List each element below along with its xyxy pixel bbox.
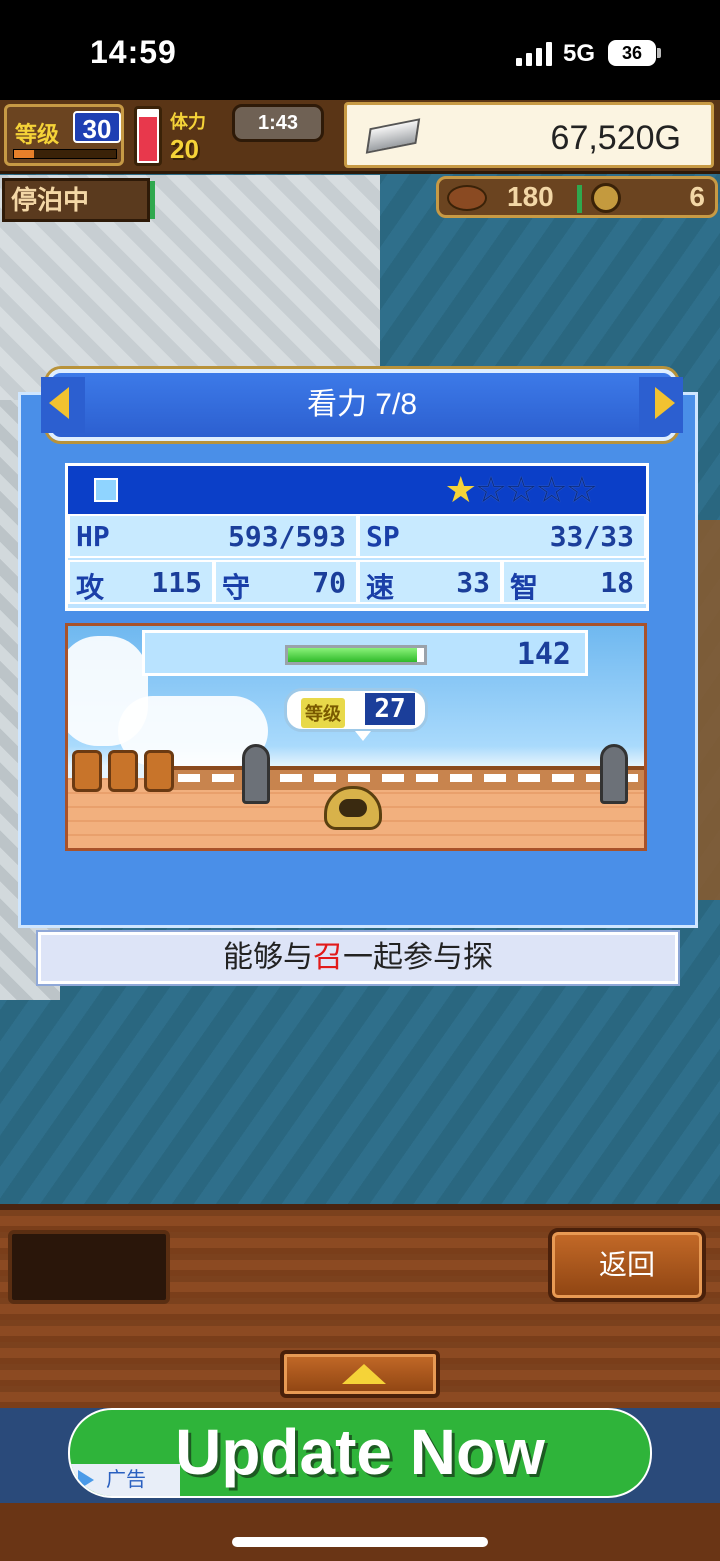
atk-value: 115 (151, 566, 202, 599)
level-progress-fill (14, 150, 35, 158)
exp-gauge-fill (288, 648, 418, 662)
description-text-after: 一起参与探 (343, 941, 493, 974)
ship-railing (168, 766, 644, 790)
int-value: 18 (600, 566, 634, 599)
def-cell: 守 70 (214, 560, 358, 604)
status-bar: 14:59 5G 36 (0, 0, 720, 100)
description-box: 能够与召一起参与探 (38, 932, 678, 984)
sp-cell: SP 33/33 (358, 514, 646, 558)
spd-value: 33 (456, 566, 490, 599)
sp-label: SP (366, 520, 400, 553)
food-amount: 180 (507, 181, 554, 212)
level-bubble: 等级 27 (284, 688, 428, 741)
barrel-icon (72, 750, 102, 792)
dialog-title: 看力 7/8 (306, 388, 418, 421)
level-bubble-value: 27 (365, 693, 415, 725)
stamina-value: 20 (170, 134, 199, 164)
ad-area: Update Now 广告 (0, 1408, 720, 1503)
stamina-gauge-fill (139, 116, 157, 161)
bottom-panel: 返回 (0, 1204, 720, 1408)
spd-cell: 速 33 (358, 560, 502, 604)
level-progress-bar (13, 149, 117, 159)
def-value: 70 (312, 566, 346, 599)
atk-label: 攻 (76, 571, 105, 604)
resource-strip: 180 6 (436, 176, 718, 218)
hp-cell: HP 593/593 (68, 514, 358, 558)
barrel-icon (108, 750, 138, 792)
character-scene: 142 等级 27 (65, 623, 647, 851)
coin-amount: 6 (689, 181, 705, 212)
signal-icon (516, 42, 552, 66)
level-label: 等级 (15, 122, 60, 147)
player-level[interactable]: 等级 30 (4, 104, 124, 166)
clock: 14:59 (90, 34, 177, 70)
gold-display[interactable]: 67,520G (344, 102, 714, 168)
stamina-label: 体力 (170, 112, 206, 132)
stamina-timer: 1:43 (232, 104, 324, 142)
cannon-icon (242, 744, 270, 804)
up-arrow-icon (342, 1364, 386, 1384)
element-icon (94, 478, 118, 502)
home-indicator[interactable] (232, 1537, 488, 1547)
ad-choices-icon (78, 1470, 94, 1490)
int-label: 智 (510, 571, 539, 604)
stamina-gauge (134, 106, 162, 166)
food-icon (447, 185, 487, 211)
star-empty-icon: ☆☆☆☆ (474, 469, 598, 510)
hp-value: 593/593 (227, 520, 346, 553)
stats-panel: ★☆☆☆☆ HP 593/593 SP 33/33 攻 115 守 70 速 3… (65, 463, 649, 611)
silver-ingot-icon (365, 118, 421, 154)
level-bubble-label: 等级 (301, 698, 345, 728)
dialog-title-banner: 看力 7/8 (41, 369, 683, 441)
hp-label: HP (76, 520, 110, 553)
description-highlight: 召 (313, 941, 343, 974)
empty-slot (8, 1230, 170, 1304)
ad-banner[interactable]: Update Now 广告 (68, 1408, 652, 1498)
exp-gauge-box: 142 (142, 630, 588, 676)
battery-icon: 36 (608, 40, 656, 66)
coin-icon (591, 183, 621, 213)
back-button[interactable]: 返回 (548, 1228, 706, 1302)
spd-label: 速 (366, 571, 395, 604)
expand-button[interactable] (280, 1350, 440, 1398)
barrel-icon (144, 750, 174, 792)
stamina[interactable]: 体力 20 (166, 104, 228, 166)
def-label: 守 (222, 571, 251, 604)
atk-cell: 攻 115 (68, 560, 214, 604)
ad-tag-label: 广告 (106, 1469, 146, 1491)
next-arrow-icon[interactable] (639, 377, 683, 433)
star-filled-icon: ★ (444, 469, 477, 510)
resource-separator (577, 185, 582, 213)
rarity-stars: ★☆☆☆☆ (444, 469, 598, 510)
battery-tip (657, 48, 661, 58)
level-value: 30 (73, 111, 121, 144)
anchor-status[interactable]: 停泊中 (2, 178, 155, 222)
ad-tag[interactable]: 广告 (70, 1464, 180, 1496)
int-cell: 智 18 (502, 560, 646, 604)
exp-value: 142 (516, 637, 571, 672)
anchor-status-label: 停泊中 (11, 185, 90, 215)
game-view: 等级 30 体力 20 1:43 67,520G 停泊中 180 6 看力 7/… (0, 100, 720, 1408)
network-type: 5G (563, 40, 596, 67)
description-text-before: 能够与 (223, 941, 313, 974)
stats-header: ★☆☆☆☆ (68, 466, 646, 514)
status-indicator (150, 181, 155, 219)
cannon-icon (600, 744, 628, 804)
home-area (0, 1503, 720, 1561)
character-dialog: 看力 7/8 ★☆☆☆☆ HP 593/593 SP 33/33 攻 115 守 (18, 369, 698, 928)
top-hud: 等级 30 体力 20 1:43 67,520G (0, 100, 720, 174)
exp-gauge (285, 645, 427, 665)
sp-value: 33/33 (549, 520, 634, 553)
gold-amount: 67,520G (550, 119, 681, 157)
